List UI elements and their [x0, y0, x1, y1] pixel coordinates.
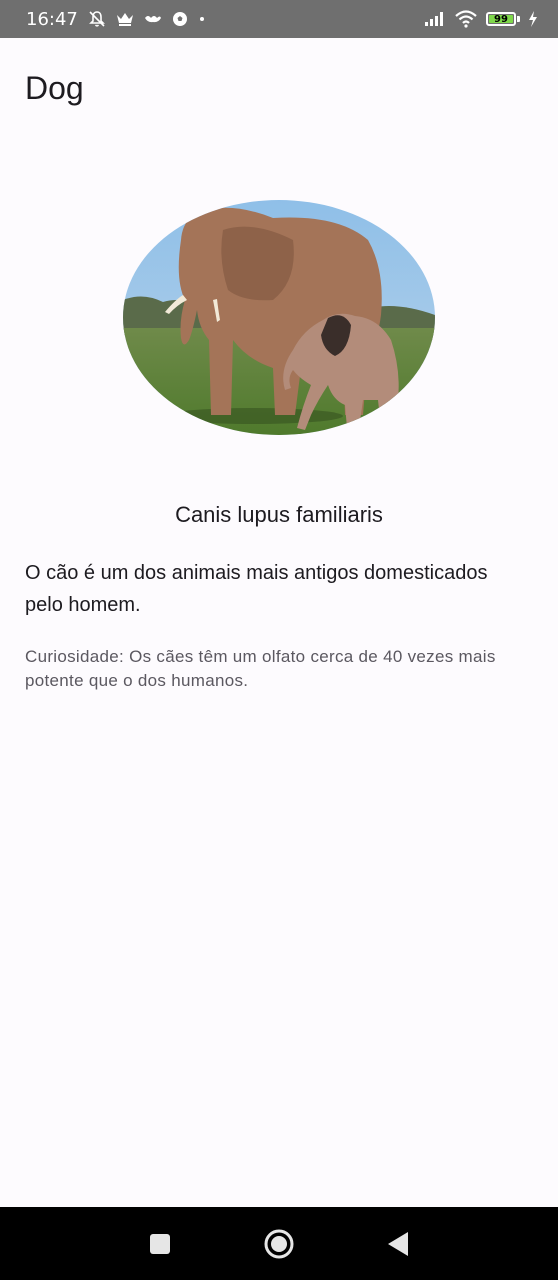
navigation-bar — [0, 1207, 558, 1280]
notifications-off-icon — [88, 10, 106, 28]
home-circle-icon — [263, 1228, 295, 1260]
wifi-icon — [454, 10, 478, 28]
dot-icon — [198, 15, 206, 23]
soccer-ball-icon — [172, 11, 188, 27]
status-time: 16:47 — [26, 8, 78, 30]
home-button[interactable] — [259, 1224, 299, 1264]
back-button[interactable] — [378, 1224, 418, 1264]
signal-icon — [424, 11, 446, 27]
crown-icon — [116, 11, 134, 27]
status-right: 99 — [424, 10, 538, 28]
battery-body: 99 — [486, 12, 516, 26]
page-title: Dog — [25, 70, 84, 106]
curiosity-text: Curiosidade: Os cães têm um olfato cerca… — [25, 647, 496, 690]
back-triangle-icon — [386, 1231, 410, 1257]
battery-level: 99 — [494, 13, 508, 25]
scientific-name: Canis lupus familiaris — [175, 502, 383, 527]
app-logo-icon — [144, 12, 162, 26]
recents-button[interactable] — [140, 1224, 180, 1264]
animal-image — [123, 200, 435, 435]
description-text: O cão é um dos animais mais antigos dome… — [25, 562, 488, 616]
status-bar: 16:47 99 — [0, 0, 558, 38]
charging-icon — [528, 11, 538, 27]
recents-square-icon — [149, 1233, 171, 1255]
status-left: 16:47 — [26, 9, 206, 30]
battery-icon: 99 — [486, 12, 520, 26]
battery-cap — [517, 16, 520, 22]
